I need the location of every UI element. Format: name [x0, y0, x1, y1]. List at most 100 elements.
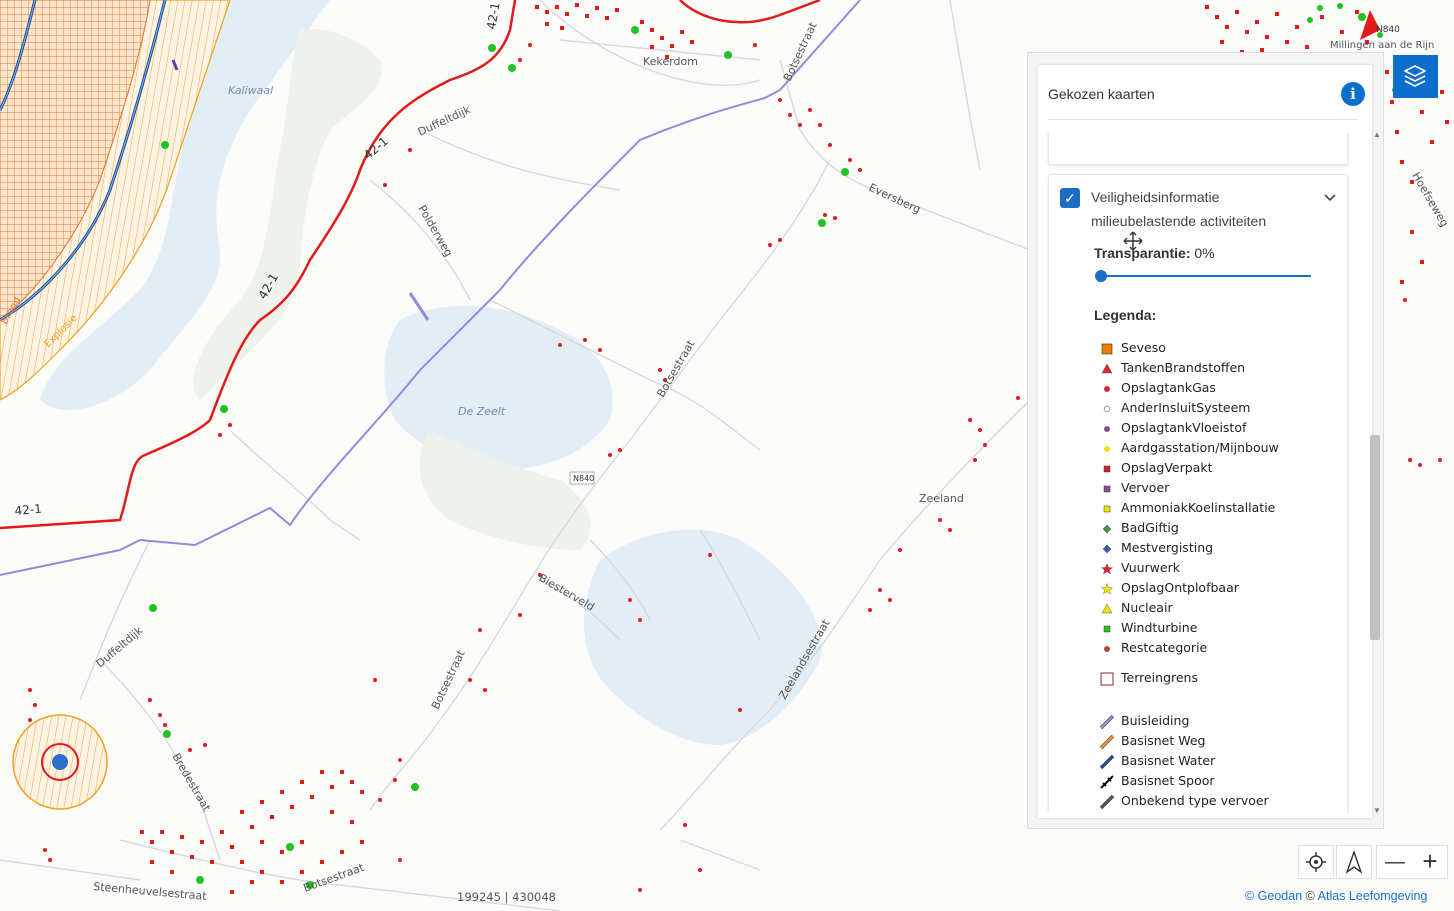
legend-item: Vervoer: [1099, 478, 1169, 498]
label-duffeltdijk-top: Duffeltdijk: [416, 103, 473, 139]
scrollbar-thumb[interactable]: [1370, 435, 1380, 640]
svg-text:N840: N840: [573, 474, 594, 483]
label-kaliwaal: Kaliwaal: [228, 84, 273, 97]
legend-label: Seveso: [1121, 340, 1166, 355]
cursor-coordinates: 199245 | 430048: [457, 890, 556, 904]
label-hoefseweg: Hoefseweg: [1409, 170, 1451, 229]
line-line-icon: [1099, 714, 1115, 730]
scroll-up-arrow-icon[interactable]: ▲: [1373, 130, 1381, 139]
legend-label: Mestvergisting: [1121, 540, 1214, 555]
slider-track: [1101, 275, 1311, 277]
legend-label: Aardgasstation/Mijnbouw: [1121, 440, 1279, 455]
legend-label: OpslagtankVloeistof: [1121, 420, 1247, 435]
legend-item: Windturbine: [1099, 618, 1197, 638]
scroll-down-arrow-icon[interactable]: ▼: [1373, 806, 1381, 815]
small-square-icon: [1099, 621, 1115, 637]
terrain-border-icon: [1099, 671, 1115, 687]
layer-name-line2: milieubelastende activiteiten: [1091, 213, 1267, 229]
legend-label: Basisnet Spoor: [1121, 773, 1215, 788]
line-line-icon: [1099, 754, 1115, 770]
previous-layer-card[interactable]: [1048, 133, 1348, 165]
label-botsestraat-low: Botsestraat: [429, 648, 468, 712]
small-square-icon: [1099, 481, 1115, 497]
triangle-icon: [1099, 601, 1115, 617]
label-bredestraat: Bredestraat: [169, 751, 213, 814]
layers-toggle-button[interactable]: [1393, 55, 1438, 98]
legend-item-transport: Onbekend type vervoer: [1099, 791, 1269, 811]
label-botsestraat-bottom: Botsestraat: [302, 861, 367, 895]
compass-north-icon: [1345, 849, 1363, 874]
legend-item: OpslagtankGas: [1099, 378, 1216, 398]
legend-item-transport: Basisnet Water: [1099, 751, 1215, 771]
legend-item: Mestvergisting: [1099, 538, 1213, 558]
legend-item: BadGiftig: [1099, 518, 1179, 538]
chosen-maps-panel: Gekozen kaarten i ✓ Veiligheidsinformati…: [1027, 52, 1384, 829]
small-square-icon: [1099, 501, 1115, 517]
star-icon: [1099, 581, 1115, 597]
label-route-421-a: 42-1: [361, 134, 391, 162]
transparency-label: Transparantie: 0%: [1094, 245, 1215, 261]
dot-icon: [1099, 441, 1115, 457]
panel-title: Gekozen kaarten: [1048, 86, 1155, 102]
attribution: © Geodan © Atlas Leefomgeving: [1245, 889, 1427, 903]
geodan-link[interactable]: © Geodan: [1245, 889, 1302, 903]
lake-zeeland: [583, 529, 822, 745]
zoom-controls: — +: [1376, 845, 1448, 879]
hazard-site-icon[interactable]: [52, 754, 68, 770]
compass-north-button[interactable]: [1336, 845, 1372, 879]
legend-label: TankenBrandstoffen: [1121, 360, 1246, 375]
locate-button[interactable]: [1298, 845, 1334, 879]
layer-card-veiligheidsinformatie: ✓ Veiligheidsinformatie milieubelastende…: [1048, 174, 1348, 813]
legend-label: Restcategorie: [1121, 640, 1208, 655]
panel-scrollbar[interactable]: ▲ ▼: [1369, 130, 1383, 815]
legend-label: Terreingrens: [1121, 670, 1198, 685]
dot-icon: [1099, 421, 1115, 437]
transparency-value: 0%: [1194, 245, 1215, 261]
dot-icon: [1099, 381, 1115, 397]
legend-item: Vuurwerk: [1099, 558, 1180, 578]
layer-list[interactable]: ✓ Veiligheidsinformatie milieubelastende…: [1038, 133, 1372, 813]
legend-title: Legenda:: [1094, 307, 1157, 323]
layer-visibility-checkbox[interactable]: ✓: [1060, 188, 1080, 208]
legend-item: OpslagtankVloeistof: [1099, 418, 1246, 438]
chevron-down-icon[interactable]: [1322, 189, 1338, 205]
n840-road-badge: N840: [569, 471, 595, 485]
line-line-icon: [1099, 734, 1115, 750]
legend-label: Basisnet Water: [1121, 753, 1216, 768]
label-biesterveld: Biesterveld: [537, 571, 597, 613]
label-millingen: Millingen aan de Rijn: [1330, 40, 1434, 51]
star-icon: [1099, 561, 1115, 577]
attribution-separator: ©: [1305, 889, 1315, 903]
label-steenheuvelsestraat: Steenheuvelsestraat: [93, 880, 208, 903]
legend-item: AmmoniakKoelinstallatie: [1099, 498, 1275, 518]
legend-item: Seveso: [1099, 338, 1166, 358]
label-route-421-c: 42-1: [14, 502, 42, 518]
legend-label: AnderInsluitSysteem: [1121, 400, 1251, 415]
dot-icon: [1099, 641, 1115, 657]
move-cursor-icon: [1123, 231, 1143, 251]
zoom-out-button[interactable]: —: [1377, 846, 1413, 878]
layer-name-line1: Veiligheidsinformatie: [1091, 189, 1220, 205]
route-42-1-north[interactable]: [679, 0, 821, 24]
rail-line-icon: [1099, 774, 1115, 790]
circle-open-icon: [1099, 401, 1115, 417]
legend-item-transport: Basisnet Weg: [1099, 731, 1205, 751]
legend-label: Onbekend type vervoer: [1121, 793, 1269, 808]
legend-label: Basisnet Weg: [1121, 733, 1206, 748]
atlas-link[interactable]: Atlas Leefomgeving: [1318, 889, 1428, 903]
info-icon[interactable]: i: [1341, 82, 1365, 106]
label-kekerdom: Kekerdom: [643, 55, 698, 68]
legend-item-transport: Basisnet Spoor: [1099, 771, 1215, 791]
small-square-icon: [1099, 461, 1115, 477]
slider-handle[interactable]: [1095, 270, 1107, 282]
line-line-icon: [1099, 794, 1115, 810]
label-route-421-d: 42-1: [484, 1, 503, 30]
legend-label: AmmoniakKoelinstallatie: [1121, 500, 1276, 515]
label-de-zeelt: De Zeelt: [458, 405, 506, 418]
lake-de-zeelt: [384, 306, 613, 470]
legend-label: OpslagVerpakt: [1121, 460, 1213, 475]
square-icon: [1099, 341, 1115, 357]
transparency-slider[interactable]: [1095, 268, 1315, 284]
zoom-in-button[interactable]: +: [1413, 846, 1447, 878]
legend-item: Restcategorie: [1099, 638, 1207, 658]
